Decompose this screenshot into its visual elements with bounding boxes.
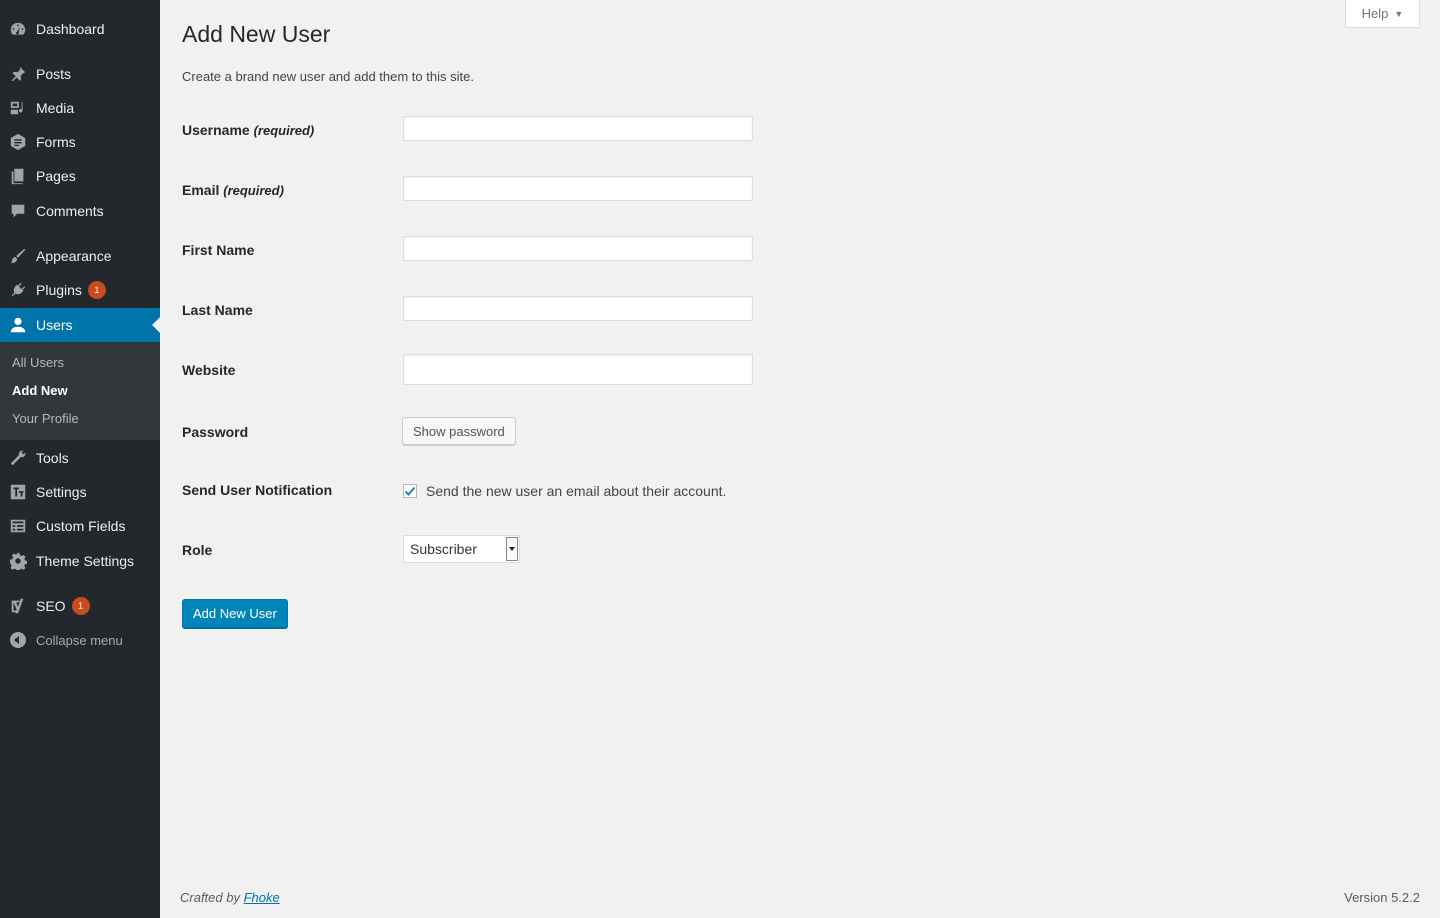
yoast-icon (8, 596, 28, 616)
menu-item-seo[interactable]: SEO 1 (0, 589, 160, 623)
notification-label: Send User Notification (182, 482, 333, 498)
settings-icon (8, 482, 28, 502)
menu-label: Theme Settings (36, 553, 135, 569)
footer-credit-link[interactable]: Fhoke (244, 890, 280, 905)
show-password-button[interactable]: Show password (402, 417, 516, 445)
caret-down-icon: ▼ (1394, 8, 1404, 19)
users-submenu: All Users Add New Your Profile (0, 342, 160, 440)
menu-label: Pages (36, 168, 76, 184)
menu-item-posts[interactable]: Posts (0, 57, 160, 91)
pin-icon (8, 64, 28, 84)
notification-checkbox[interactable] (403, 484, 417, 498)
menu-label: Posts (36, 66, 72, 82)
username-label: Username (required) (182, 122, 314, 138)
footer-version: Version 5.2.2 (1344, 890, 1420, 905)
seo-count-badge: 1 (71, 597, 90, 615)
website-label: Website (182, 362, 236, 378)
forms-icon (8, 132, 28, 152)
active-indicator (152, 317, 160, 333)
required-note: (required) (253, 123, 315, 138)
dashboard-icon (8, 19, 28, 39)
page-description: Create a brand new user and add them to … (182, 69, 474, 84)
first-name-input[interactable] (403, 236, 753, 261)
menu-item-settings[interactable]: Settings (0, 475, 160, 509)
notification-checkbox-text: Send the new user an email about their a… (426, 483, 727, 499)
pages-icon (8, 166, 28, 186)
footer-credit: Crafted by Fhoke (180, 890, 280, 905)
menu-label: Comments (36, 203, 104, 219)
submenu-item-add-new[interactable]: Add New (12, 383, 68, 398)
update-count-badge: 1 (87, 281, 106, 299)
username-input[interactable] (403, 116, 753, 141)
menu-item-appearance[interactable]: Appearance (0, 239, 160, 273)
dropdown-arrow-icon (506, 537, 518, 561)
admin-sidebar: Dashboard Posts Media Forms Pages Commen… (0, 0, 160, 918)
collapse-menu-label: Collapse menu (36, 632, 123, 648)
role-selected-value: Subscriber (410, 541, 477, 557)
first-name-label: First Name (182, 242, 255, 258)
page-title: Add New User (182, 21, 331, 47)
collapse-menu-button[interactable]: Collapse menu (0, 626, 160, 654)
help-label: Help (1361, 6, 1389, 21)
comment-icon (8, 201, 28, 221)
menu-item-forms[interactable]: Forms (0, 125, 160, 159)
menu-label: Plugins (36, 282, 82, 298)
menu-item-users[interactable]: Users (0, 308, 160, 342)
wrench-icon (8, 448, 28, 468)
gear-icon (8, 551, 28, 571)
website-input[interactable] (403, 354, 753, 385)
menu-label: Settings (36, 484, 87, 500)
checkmark-icon (404, 486, 416, 496)
email-label-text: Email (182, 182, 220, 198)
menu-label: Dashboard (36, 21, 105, 37)
footer-credit-prefix: Crafted by (180, 890, 240, 905)
menu-item-dashboard[interactable]: Dashboard (0, 12, 160, 46)
menu-label: Media (36, 100, 75, 116)
menu-item-pages[interactable]: Pages (0, 159, 160, 193)
menu-label: SEO (36, 598, 66, 614)
menu-item-media[interactable]: Media (0, 91, 160, 125)
last-name-input[interactable] (403, 296, 753, 321)
menu-label: Appearance (36, 248, 112, 264)
username-label-text: Username (182, 122, 250, 138)
email-label: Email (required) (182, 182, 284, 198)
help-tab-button[interactable]: Help ▼ (1345, 0, 1420, 28)
plugin-icon (8, 280, 28, 300)
email-input[interactable] (403, 176, 753, 201)
add-new-user-button[interactable]: Add New User (182, 599, 288, 628)
required-note: (required) (223, 183, 284, 198)
brush-icon (8, 246, 28, 266)
menu-label: Users (36, 317, 73, 333)
menu-label: Custom Fields (36, 518, 126, 534)
menu-item-comments[interactable]: Comments (0, 194, 160, 228)
submenu-item-your-profile[interactable]: Your Profile (12, 411, 79, 426)
password-label: Password (182, 424, 249, 440)
submenu-item-all-users[interactable]: All Users (12, 355, 64, 370)
menu-item-custom-fields[interactable]: Custom Fields (0, 509, 160, 543)
collapse-arrow-icon (10, 632, 26, 648)
menu-label: Forms (36, 134, 76, 150)
menu-item-plugins[interactable]: Plugins 1 (0, 273, 160, 307)
menu-label: Tools (36, 450, 69, 466)
menu-item-theme-settings[interactable]: Theme Settings (0, 544, 160, 578)
table-icon (8, 516, 28, 536)
media-icon (8, 98, 28, 118)
user-icon (8, 315, 28, 335)
menu-item-tools[interactable]: Tools (0, 441, 160, 475)
role-select[interactable]: Subscriber (403, 535, 520, 563)
role-label: Role (182, 542, 213, 558)
last-name-label: Last Name (182, 302, 253, 318)
